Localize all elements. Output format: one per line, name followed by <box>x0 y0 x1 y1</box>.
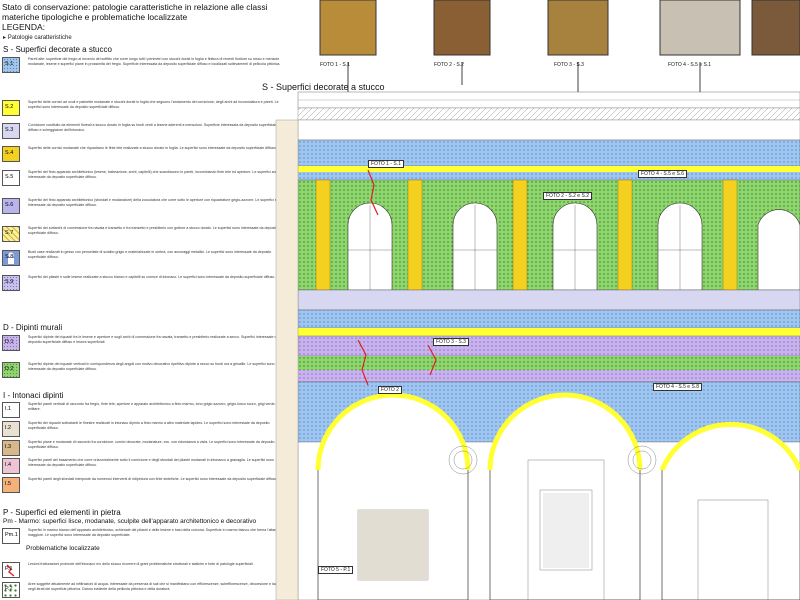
photo-2-label: FOTO 2 - S.2 <box>434 62 464 68</box>
legend-code: S.1 <box>5 61 14 67</box>
legend-description: Superfici del finto apparato architetton… <box>28 170 280 179</box>
legend-code: S.7 <box>5 230 14 236</box>
legend-description: Superfici delle cornici ad ovuli e palme… <box>28 100 279 109</box>
legend-panel: Stato di conservazione: patologie caratt… <box>0 0 300 600</box>
legend-code: S.9 <box>5 279 14 285</box>
tag-foto-4b: FOTO 4 - S.5 e S.8 <box>653 383 702 391</box>
legend-code: I.4 <box>5 462 12 468</box>
photo-4-image <box>659 0 741 56</box>
tag-foto-3: FOTO 3 - S.3 <box>433 338 469 346</box>
legend-swatch: S.6 <box>2 198 20 214</box>
photo-5-image <box>751 0 800 56</box>
legend-description: Superfici pareti del basamento che corre… <box>28 458 274 467</box>
legend-swatch: D.1 <box>2 335 20 351</box>
photo-1-image <box>319 0 377 56</box>
legend-swatch: S.3 <box>2 123 20 139</box>
photo-3-label: FOTO 3 - S.3 <box>554 62 584 68</box>
legend-code: S.2 <box>5 104 14 110</box>
legend-swatch: S.1 <box>2 57 20 73</box>
legend-description: Superfici delle cornici modanate che riq… <box>28 146 277 150</box>
legend-code: S.8 <box>5 254 14 260</box>
section-pietra: P - Superfici ed elementi in pietra <box>3 508 121 517</box>
legend-swatch: I.3 <box>2 440 20 456</box>
legend-code: S.5 <box>5 174 14 180</box>
legend-description: Superfici dipinte dei riquadri fra le le… <box>28 335 279 344</box>
legend-code: I.5 <box>5 481 12 487</box>
legend-code: S.4 <box>5 150 14 156</box>
legend-code: P.2 <box>5 586 13 592</box>
legend-code: S.6 <box>5 202 14 208</box>
legend-description: Busti case realizzati in gesso con penne… <box>28 250 272 259</box>
photo-2-image <box>433 0 491 56</box>
legend-description: Superfici dei riquadri sottostanti le fi… <box>28 421 270 430</box>
tag-foto-2b: FOTO 2 <box>378 386 402 394</box>
legend-description: Superfici dipinte dei riquadri verticali… <box>28 362 275 371</box>
photo-1-label: FOTO 1 - S.1 <box>320 62 350 68</box>
legend-swatch: I.1 <box>2 402 20 418</box>
legend-code: D.1 <box>5 339 14 345</box>
legend-description: Lesioni fratturazioni profonde dell'into… <box>28 562 254 566</box>
legend-description: Superfici dei pilastri e sulle lesene re… <box>28 275 276 279</box>
legend-description: Superfici del finto apparato architetton… <box>28 198 283 207</box>
legend-code: S.3 <box>5 127 14 133</box>
tag-foto-2: FOTO 2 - S.2 e S.2 <box>543 192 592 200</box>
legend-code: Pm.1 <box>5 532 18 538</box>
legend-description: Superfici pareti verticali di raccordo f… <box>28 402 276 411</box>
header-line-1: Stato di conservazione: patologie caratt… <box>2 2 268 12</box>
photo-4-label: FOTO 4 - S.5 e S.1 <box>668 62 711 68</box>
legend-swatch: S.8 <box>2 250 20 266</box>
tag-foto-5: FOTO 5 - P.1 <box>318 566 354 574</box>
photo-3-image <box>547 0 609 56</box>
legend-swatch: S.9 <box>2 275 20 291</box>
section-stucco: S - Superfici decorate a stucco <box>3 45 112 54</box>
legend-code: I.2 <box>5 425 12 431</box>
legend-swatch: P.1 <box>2 562 20 578</box>
legend-header: Stato di conservazione: patologie caratt… <box>2 2 268 32</box>
section-dipinti: D - Dipinti murali <box>3 323 63 332</box>
tag-foto-4: FOTO 4 - S.5 e S.6 <box>638 170 687 178</box>
legend-subtitle: ▸ Patologie caratteristiche <box>3 35 72 41</box>
legend-description: Superfici dei sottarchi di connessione f… <box>28 226 279 235</box>
legend-swatch: S.4 <box>2 146 20 162</box>
legend-swatch: I.5 <box>2 477 20 493</box>
header-line-3: LEGENDA: <box>2 22 45 32</box>
legend-swatch: P.2 <box>2 582 20 598</box>
legend-swatch: D.2 <box>2 362 20 378</box>
legend-code: I.3 <box>5 444 12 450</box>
legend-swatch: I.2 <box>2 421 20 437</box>
legend-description: Cornicione costituito da elementi florea… <box>28 123 278 132</box>
legend-code: P.1 <box>5 566 13 572</box>
legend-description: Aree soggette attualmente ad infiltrazio… <box>28 582 283 591</box>
legend-description: Superfici in marmo bianco dell'apparato … <box>28 528 278 537</box>
legend-code: D.2 <box>5 366 14 372</box>
legend-subtitle-text: Patologie caratteristiche <box>7 35 72 41</box>
legend-swatch: S.7 <box>2 226 20 242</box>
legend-description: Superfici pareti degli sfondati interpos… <box>28 477 278 481</box>
legend-swatch: S.5 <box>2 170 20 186</box>
tag-foto-1: FOTO 1 - S.1 <box>368 160 404 168</box>
legend-swatch: Pm.1 <box>2 528 20 544</box>
legend-description: Superfici piane e modanate di raccordo f… <box>28 440 275 449</box>
section-pietra-sub: Pm - Marmo: superfici lisce, modanate, s… <box>3 518 257 525</box>
drawing-title: S - Superfici decorate a stucco <box>262 82 385 92</box>
section-intonaci: I - Intonaci dipinti <box>3 391 64 400</box>
header-line-2: materiche tipologiche e problematiche lo… <box>2 12 188 22</box>
legend-swatch: S.2 <box>2 100 20 116</box>
legend-description: Pareti alte: superficie del fregio al ri… <box>28 57 281 66</box>
legend-code: I.1 <box>5 406 12 412</box>
section-localized: Problematiche localizzate <box>26 545 100 552</box>
legend-swatch: I.4 <box>2 458 20 474</box>
